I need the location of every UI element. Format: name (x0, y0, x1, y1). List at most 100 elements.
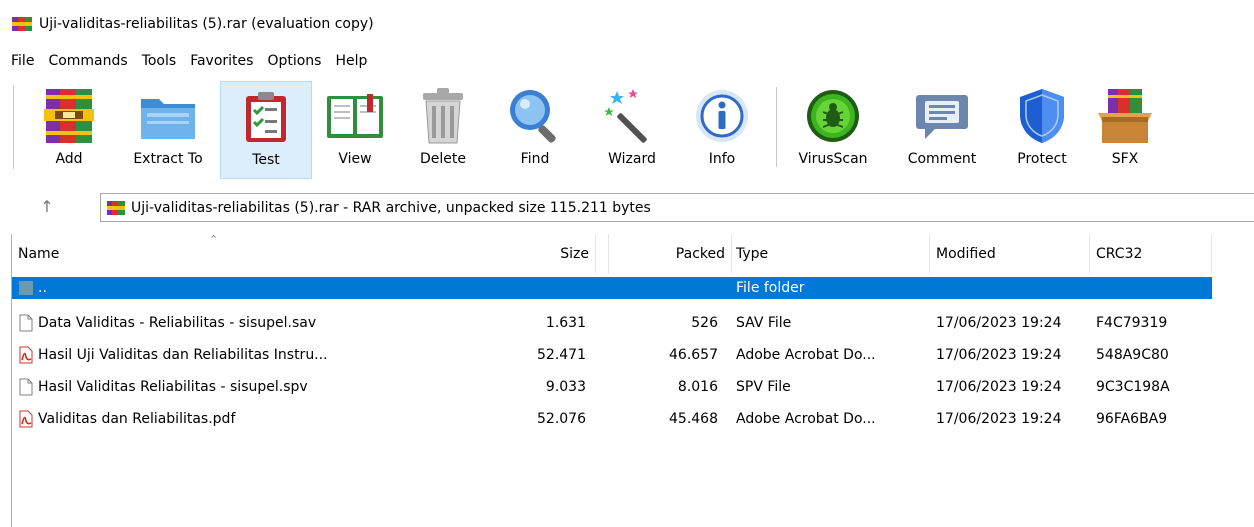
magnifier-icon (505, 85, 565, 147)
file-type: Adobe Acrobat Do... (736, 411, 876, 427)
open-book-icon (325, 85, 385, 147)
file-modified: 17/06/2023 19:24 (936, 347, 1062, 363)
file-type: SPV File (736, 379, 791, 395)
virusscan-button[interactable]: VirusScan (788, 81, 878, 179)
clipboard-check-icon (236, 86, 296, 148)
folder-extract-icon (138, 85, 198, 147)
column-packed[interactable]: Packed (596, 234, 732, 274)
file-packed: 526 (691, 315, 718, 331)
view-label: View (338, 151, 372, 167)
shield-icon (1012, 85, 1072, 147)
window-title: Uji-validitas-reliabilitas (5).rar (eval… (39, 16, 374, 32)
protect-button[interactable]: Protect (1004, 81, 1080, 179)
file-type: Adobe Acrobat Do... (736, 347, 876, 363)
list-item[interactable]: .. File folder (12, 277, 1212, 299)
protect-label: Protect (1017, 151, 1067, 167)
file-size: 52.471 (537, 347, 586, 363)
column-crc32[interactable]: CRC32 (1090, 234, 1212, 274)
list-item[interactable]: Hasil Uji Validitas dan Reliabilitas Ins… (12, 344, 1212, 366)
delete-label: Delete (420, 151, 466, 167)
file-crc: F4C79319 (1096, 315, 1168, 331)
extract-to-button[interactable]: Extract To (120, 81, 216, 179)
file-packed (592, 277, 724, 299)
list-header: Name ⌃ Size Packed Type Modified CRC32 (12, 233, 1212, 274)
comment-button[interactable]: Comment (894, 81, 990, 179)
toolbar: Add Extract To Test View Delete Find Wiz… (0, 79, 1254, 180)
file-size: 52.076 (537, 411, 586, 427)
menu-favorites[interactable]: Favorites (190, 51, 253, 71)
blank-file-icon (18, 378, 34, 396)
info-button[interactable]: Info (690, 81, 754, 179)
path-field[interactable]: Uji-validitas-reliabilitas (5).rar - RAR… (100, 193, 1254, 222)
file-modified (930, 277, 1090, 299)
list-item[interactable]: Hasil Validitas Reliabilitas - sisupel.s… (12, 376, 1212, 398)
file-packed: 8.016 (677, 379, 718, 395)
column-size[interactable]: Size (472, 234, 596, 274)
sfx-box-icon (1095, 85, 1155, 147)
blank-file-icon (18, 314, 34, 332)
up-arrow-icon[interactable]: ↑ (36, 196, 58, 218)
menu-commands[interactable]: Commands (48, 51, 127, 71)
toolbar-grip (13, 85, 14, 169)
file-list: Name ⌃ Size Packed Type Modified CRC32 .… (11, 233, 1254, 527)
address-bar: ↑ Uji-validitas-reliabilitas (5).rar - R… (0, 186, 1254, 228)
comment-label: Comment (907, 151, 977, 167)
menu-file[interactable]: File (11, 51, 34, 71)
sfx-button[interactable]: SFX (1092, 81, 1158, 179)
file-packed: 45.468 (669, 411, 718, 427)
file-crc: 548A9C80 (1096, 347, 1169, 363)
info-label: Info (708, 151, 736, 167)
file-type: SAV File (736, 315, 792, 331)
trash-can-icon (413, 85, 473, 147)
column-modified[interactable]: Modified (930, 234, 1090, 274)
file-modified: 17/06/2023 19:24 (936, 411, 1062, 427)
pdf-file-icon (18, 346, 34, 364)
file-size (462, 277, 592, 299)
file-name: Hasil Uji Validitas dan Reliabilitas Ins… (38, 347, 328, 363)
sort-ascending-icon: ⌃ (209, 233, 219, 246)
file-size: 9.033 (545, 379, 586, 395)
test-button[interactable]: Test (220, 81, 312, 179)
file-crc: 96FA6BA9 (1096, 411, 1168, 427)
magic-wand-icon (602, 85, 662, 147)
menu-tools[interactable]: Tools (142, 51, 177, 71)
file-type: File folder (736, 280, 805, 296)
pdf-file-icon (18, 410, 34, 428)
file-size: 1.631 (545, 315, 586, 331)
winrar-books-icon (12, 16, 32, 32)
file-crc: 9C3C198A (1096, 379, 1170, 395)
wizard-label: Wizard (608, 151, 656, 167)
file-modified: 17/06/2023 19:24 (936, 315, 1062, 331)
add-label: Add (55, 151, 83, 167)
menu-bar: File Commands Tools Favorites Options He… (0, 48, 1254, 74)
winrar-add-books-icon (39, 85, 99, 147)
test-label: Test (252, 152, 280, 168)
menu-help[interactable]: Help (335, 51, 367, 71)
extract-to-label: Extract To (133, 151, 203, 167)
archive-icon (107, 200, 125, 216)
file-name: Data Validitas - Reliabilitas - sisupel.… (38, 315, 317, 331)
virus-bug-icon (803, 85, 863, 147)
speech-bubble-icon (912, 85, 972, 147)
find-button[interactable]: Find (504, 81, 566, 179)
file-name: .. (38, 280, 47, 296)
sfx-label: SFX (1111, 151, 1139, 167)
file-crc (1090, 277, 1212, 299)
file-modified: 17/06/2023 19:24 (936, 379, 1062, 395)
parent-folder-icon (18, 279, 34, 297)
file-name: Hasil Validitas Reliabilitas - sisupel.s… (38, 379, 308, 395)
menu-options[interactable]: Options (267, 51, 321, 71)
list-item[interactable]: Validitas dan Reliabilitas.pdf 52.076 45… (12, 408, 1212, 430)
toolbar-separator (776, 87, 777, 167)
add-button[interactable]: Add (36, 81, 102, 179)
view-button[interactable]: View (318, 81, 392, 179)
list-item[interactable]: Data Validitas - Reliabilitas - sisupel.… (12, 312, 1212, 334)
info-circle-icon (692, 85, 752, 147)
file-packed: 46.657 (669, 347, 718, 363)
virusscan-label: VirusScan (798, 151, 868, 167)
delete-button[interactable]: Delete (410, 81, 476, 179)
column-type[interactable]: Type (730, 234, 930, 274)
wizard-button[interactable]: Wizard (594, 81, 670, 179)
path-text: Uji-validitas-reliabilitas (5).rar - RAR… (131, 199, 651, 216)
file-name: Validitas dan Reliabilitas.pdf (38, 411, 236, 427)
